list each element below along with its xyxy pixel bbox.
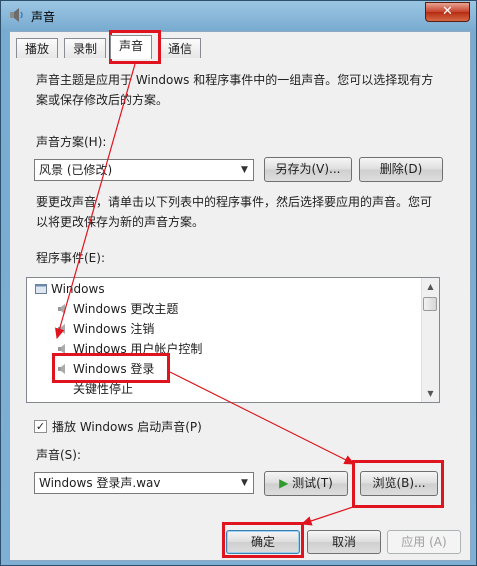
arrow-tab-to-event xyxy=(55,63,136,340)
annotation-arrows xyxy=(55,63,357,526)
arrow-event-to-browse xyxy=(169,371,356,465)
tab-sounds[interactable]: 声音 xyxy=(110,35,153,59)
arrow-browse-to-ok xyxy=(300,505,357,526)
